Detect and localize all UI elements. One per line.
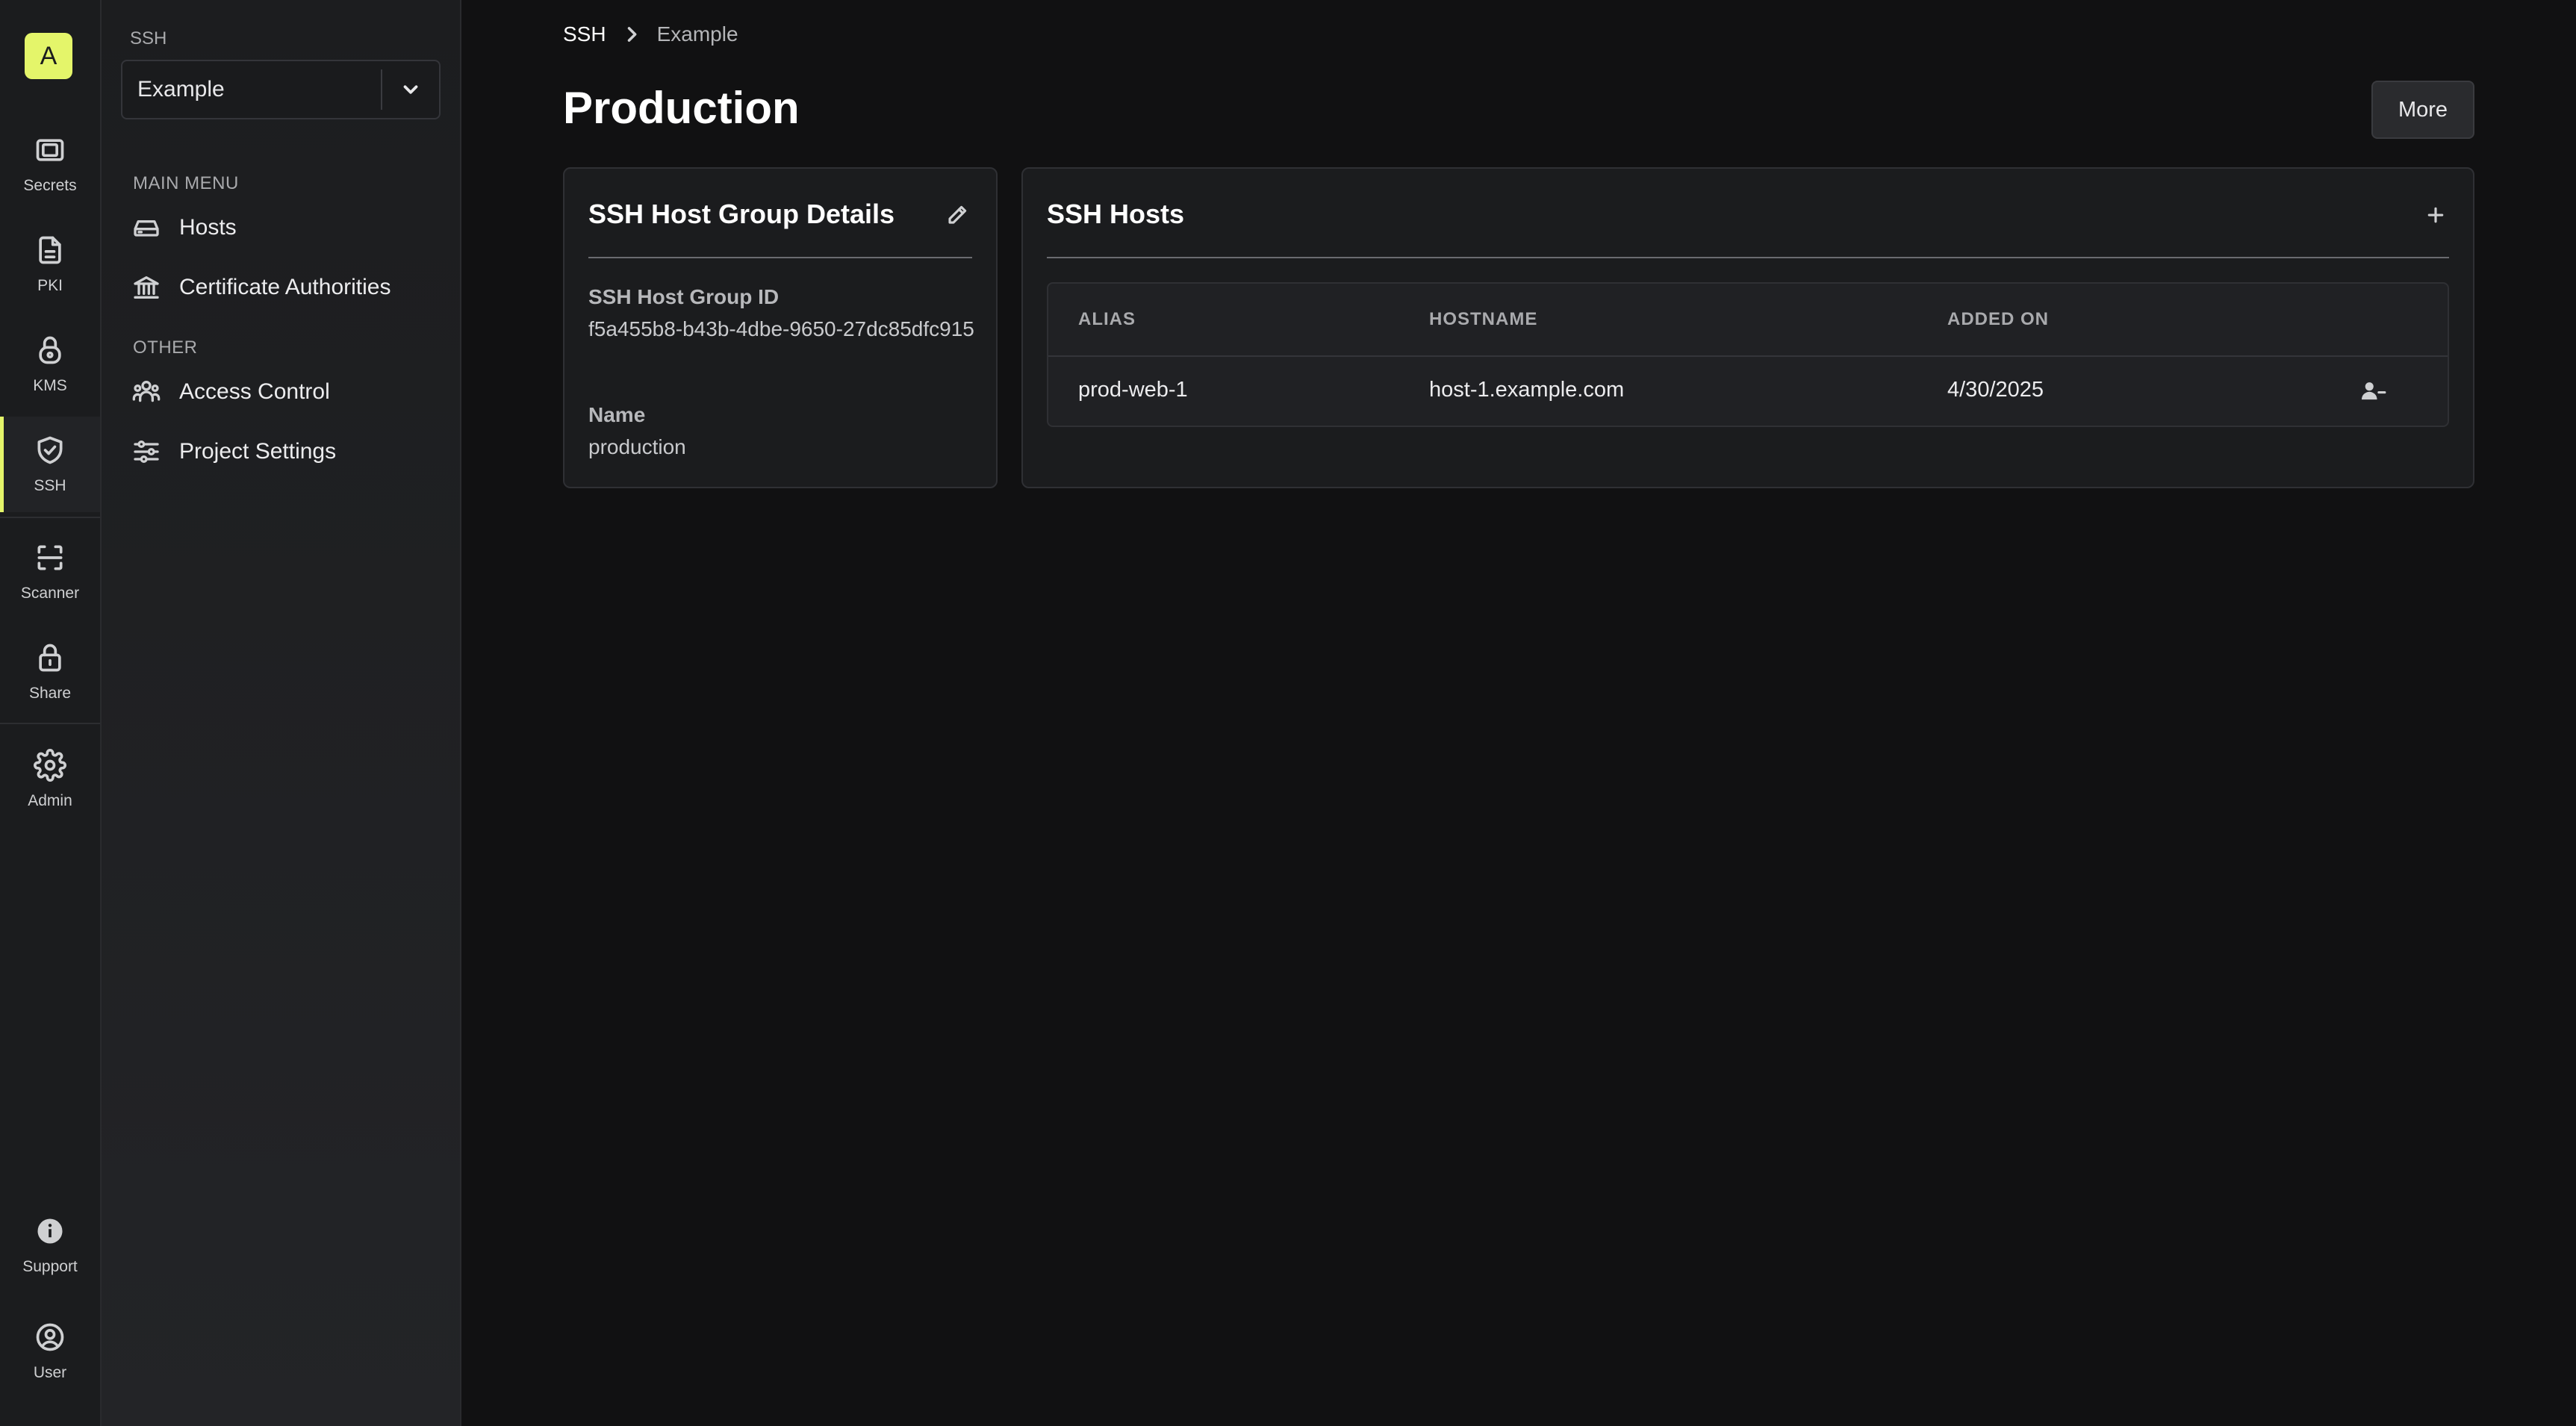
users-icon bbox=[132, 380, 161, 402]
nav-item-label: Certificate Authorities bbox=[179, 275, 391, 299]
column-header-alias[interactable]: ALIAS bbox=[1078, 309, 1136, 330]
rail-item-pki[interactable]: PKI bbox=[0, 217, 100, 312]
rail-item-user[interactable]: User bbox=[0, 1304, 100, 1399]
document-icon bbox=[39, 236, 61, 264]
chevron-right-icon bbox=[627, 27, 636, 42]
rail-divider bbox=[0, 517, 100, 518]
other-section-label: OTHER bbox=[133, 337, 198, 358]
host-group-id-label: SSH Host Group ID bbox=[588, 285, 780, 308]
rail-item-kms[interactable]: KMS bbox=[0, 317, 100, 412]
main-menu-label: MAIN MENU bbox=[133, 173, 239, 193]
org-avatar[interactable]: A bbox=[25, 33, 72, 79]
project-sidebar: SSH Example MAIN MENU Hosts Certificate … bbox=[102, 0, 461, 1426]
add-host-button[interactable] bbox=[2421, 200, 2451, 230]
nav-item-label: Hosts bbox=[179, 215, 237, 240]
project-select[interactable]: Example bbox=[121, 60, 441, 119]
padlock-icon bbox=[39, 644, 61, 672]
column-header-added-on[interactable]: ADDED ON bbox=[1947, 309, 2049, 330]
rail-item-label: Share bbox=[28, 685, 72, 702]
rail-item-label: Admin bbox=[28, 792, 72, 809]
nav-item-label: Access Control bbox=[179, 379, 330, 404]
bank-icon bbox=[134, 276, 159, 299]
breadcrumb-root[interactable]: SSH bbox=[563, 22, 606, 46]
table-header: ALIAS HOSTNAME ADDED ON bbox=[1048, 284, 2448, 357]
plus-icon bbox=[2427, 207, 2444, 223]
column-header-hostname[interactable]: HOSTNAME bbox=[1429, 309, 1537, 330]
host-group-details-card: SSH Host Group Details SSH Host Group ID… bbox=[563, 167, 998, 488]
rail-item-secrets[interactable]: Secrets bbox=[0, 116, 100, 212]
card-divider bbox=[1047, 257, 2449, 258]
scan-icon bbox=[37, 545, 63, 570]
pencil-icon bbox=[948, 205, 967, 224]
nav-item-access-control[interactable]: Access Control bbox=[131, 370, 330, 414]
server-icon bbox=[134, 220, 159, 237]
nav-item-hosts[interactable]: Hosts bbox=[131, 205, 237, 250]
lock-icon bbox=[39, 336, 61, 364]
cell-added-on: 4/30/2025 bbox=[1947, 378, 2044, 402]
nav-item-label: Project Settings bbox=[179, 439, 337, 464]
name-label: Name bbox=[588, 403, 646, 426]
sliders-icon bbox=[134, 440, 159, 463]
rail-item-ssh[interactable]: SSH bbox=[0, 417, 100, 512]
project-select-value: Example bbox=[137, 77, 225, 102]
gear-icon bbox=[34, 749, 66, 782]
name-value: production bbox=[588, 435, 686, 458]
nav-item-project-settings[interactable]: Project Settings bbox=[131, 429, 336, 474]
ssh-hosts-card: SSH Hosts ALIAS HOSTNAME ADDED ON prod-w… bbox=[1021, 167, 2474, 488]
edit-button[interactable] bbox=[942, 200, 972, 230]
card-divider bbox=[588, 257, 972, 258]
icon-rail: A Secrets PKI KMS SSH Scanner Share Admi… bbox=[0, 0, 102, 1426]
rail-item-label: User bbox=[33, 1364, 67, 1381]
rail-item-label: KMS bbox=[33, 377, 67, 394]
nav-item-certificate-authorities[interactable]: Certificate Authorities bbox=[131, 265, 391, 310]
chevron-down-icon bbox=[403, 85, 418, 94]
rail-item-label: Secrets bbox=[23, 177, 77, 194]
remove-host-button[interactable] bbox=[2356, 375, 2389, 408]
page-title: Production bbox=[563, 83, 800, 133]
table-row[interactable]: prod-web-1 host-1.example.com 4/30/2025 bbox=[1048, 355, 2448, 426]
rail-item-label: PKI bbox=[37, 277, 63, 294]
cell-alias: prod-web-1 bbox=[1078, 378, 1188, 402]
rail-item-label: Scanner bbox=[20, 585, 80, 602]
cell-hostname: host-1.example.com bbox=[1429, 378, 1625, 402]
rail-item-label: Support bbox=[22, 1258, 78, 1275]
breadcrumb: SSH Example bbox=[563, 22, 738, 46]
rail-item-share[interactable]: Share bbox=[0, 624, 100, 720]
host-group-id-value: f5a455b8-b43b-4dbe-9650-27dc85dfc915 bbox=[588, 317, 974, 340]
shield-check-icon bbox=[37, 436, 63, 464]
user-minus-icon bbox=[2361, 382, 2386, 400]
vault-icon bbox=[36, 139, 64, 161]
rail-divider bbox=[0, 723, 100, 724]
card-title: SSH Hosts bbox=[1047, 199, 1185, 229]
breadcrumb-current: Example bbox=[656, 22, 738, 46]
info-icon bbox=[37, 1218, 63, 1244]
user-circle-icon bbox=[36, 1323, 64, 1351]
card-title: SSH Host Group Details bbox=[588, 199, 895, 229]
project-select-toggle[interactable] bbox=[382, 78, 439, 101]
rail-item-scanner[interactable]: Scanner bbox=[0, 524, 100, 620]
rail-item-admin[interactable]: Admin bbox=[0, 732, 100, 827]
hosts-table: ALIAS HOSTNAME ADDED ON prod-web-1 host-… bbox=[1047, 282, 2449, 427]
rail-item-support[interactable]: Support bbox=[0, 1198, 100, 1293]
rail-item-label: SSH bbox=[34, 477, 66, 494]
sidebar-kicker: SSH bbox=[130, 28, 167, 49]
more-button[interactable]: More bbox=[2371, 81, 2474, 139]
